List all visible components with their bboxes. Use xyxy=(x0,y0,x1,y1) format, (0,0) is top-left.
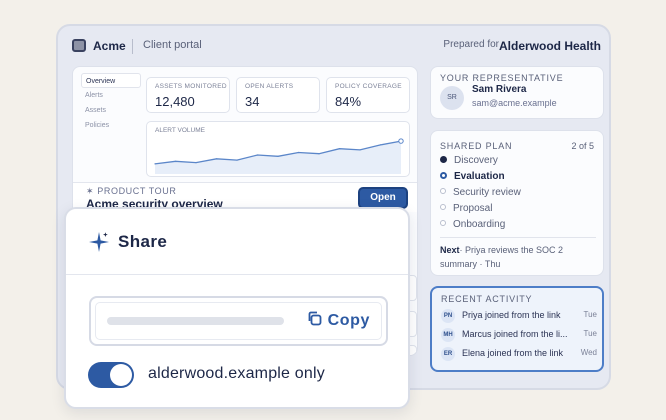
chart-point xyxy=(318,153,320,155)
step-label: Security review xyxy=(453,187,521,198)
activity-text: Priya joined from the link xyxy=(462,310,561,320)
next-label: Next xyxy=(440,245,460,255)
stat-label: OPEN ALERTS xyxy=(245,83,294,90)
sidenav-item-assets[interactable]: Assets xyxy=(81,103,141,118)
plan-step-onboarding: Onboarding xyxy=(440,218,505,232)
sidenav-item-policies[interactable]: Policies xyxy=(81,118,141,133)
header-divider xyxy=(132,39,133,54)
brand-name: Acme xyxy=(93,39,126,53)
step-todo-icon xyxy=(440,204,446,211)
sparkle-icon: ✶ xyxy=(86,186,95,196)
next-step-note: Next· Priya reviews the SOC 2 summary · … xyxy=(440,243,600,271)
plan-step-discovery: Discovery xyxy=(440,154,498,168)
step-done-icon xyxy=(440,155,447,163)
avatar: SR xyxy=(440,86,464,110)
chart-area xyxy=(155,141,401,174)
activity-text: Marcus joined from the li... xyxy=(462,329,568,339)
stat-value: 34 xyxy=(245,94,260,109)
sidenav-item-overview[interactable]: Overview xyxy=(81,73,141,88)
chart-point xyxy=(297,151,300,154)
avatar: PN xyxy=(441,309,455,323)
stat-assets-monitored: ASSETS MONITORED 12,480 xyxy=(146,77,230,113)
chart-point xyxy=(277,155,279,157)
stat-label: ASSETS MONITORED xyxy=(155,83,227,90)
alert-volume-plot xyxy=(154,138,404,174)
step-todo-icon xyxy=(440,188,446,195)
copy-link-button[interactable]: Copy xyxy=(307,309,370,333)
activity-time: Wed xyxy=(580,348,597,357)
step-label: Evaluation xyxy=(454,171,505,182)
chart-point xyxy=(215,158,218,160)
plan-progress: 2 of 5 xyxy=(571,141,594,151)
chart-point xyxy=(256,154,259,156)
plan-divider xyxy=(440,237,596,238)
step-todo-icon xyxy=(440,220,446,227)
step-current-icon xyxy=(440,171,447,179)
tour-kicker: ✶ PRODUCT TOUR xyxy=(86,186,176,197)
chart-point xyxy=(195,162,197,164)
stat-value: 12,480 xyxy=(155,94,195,109)
chart-point xyxy=(154,163,156,165)
top-bar: Acme Client portal Prepared for Alderwoo… xyxy=(58,26,609,66)
stat-value: 84% xyxy=(335,94,362,109)
chart-point xyxy=(398,138,404,144)
prepared-for-label: Prepared for xyxy=(443,39,499,50)
recent-activity-card[interactable]: RECENT ACTIVITY PN Priya joined from the… xyxy=(430,286,604,372)
stat-open-alerts: OPEN ALERTS 34 xyxy=(236,77,320,113)
stat-policy-coverage: POLICY COVERAGE 84% xyxy=(326,77,410,113)
representative-email[interactable]: sam@acme.example xyxy=(472,98,557,108)
activity-time: Tue xyxy=(583,329,598,338)
acme-logo-icon xyxy=(72,39,86,52)
domain-restriction-toggle[interactable] xyxy=(88,362,134,388)
representative-heading: YOUR REPRESENTATIVE xyxy=(440,73,564,83)
plan-step-security-review: Security review xyxy=(440,186,521,200)
step-label: Discovery xyxy=(454,155,498,166)
avatar: MH xyxy=(441,328,455,342)
stat-label: POLICY COVERAGE xyxy=(335,83,402,90)
activity-text: Elena joined from the link xyxy=(462,348,564,358)
share-header: Share xyxy=(66,209,408,275)
tour-kicker-label: PRODUCT TOUR xyxy=(97,186,177,196)
open-tour-button[interactable]: Open xyxy=(358,187,408,209)
activity-heading: RECENT ACTIVITY xyxy=(441,294,533,304)
representative-name: Sam Rivera xyxy=(472,84,527,95)
chart-point xyxy=(174,160,177,162)
plan-heading: SHARED PLAN xyxy=(440,141,513,151)
chart-point xyxy=(338,148,341,150)
shared-plan-card: SHARED PLAN 2 of 5 Discovery Evaluation … xyxy=(430,130,604,276)
plan-step-evaluation: Evaluation xyxy=(440,170,505,184)
share-link-field[interactable]: Copy xyxy=(89,296,388,346)
domain-restriction-label: alderwood.example only xyxy=(148,365,325,382)
sparkle-icon xyxy=(89,232,109,252)
client-name: Alderwood Health xyxy=(498,39,601,53)
share-link-placeholder xyxy=(107,317,284,325)
step-label: Proposal xyxy=(453,203,493,214)
step-label: Onboarding xyxy=(453,219,506,230)
plan-step-proposal: Proposal xyxy=(440,202,492,216)
copy-label: Copy xyxy=(327,312,370,329)
copy-icon xyxy=(308,311,321,326)
portal-label: Client portal xyxy=(143,39,202,51)
share-dialog: Share Copy alderwood.example only xyxy=(64,207,410,409)
activity-row[interactable]: ER Elena joined from the link Wed xyxy=(441,346,597,362)
chart-point xyxy=(359,149,361,151)
representative-card: YOUR REPRESENTATIVE SR Sam Rivera sam@ac… xyxy=(430,66,604,119)
avatar: ER xyxy=(441,347,455,361)
chart-point xyxy=(379,144,382,146)
alert-volume-chart: ALERT VOLUME xyxy=(146,121,410,177)
activity-row[interactable]: PN Priya joined from the link Tue xyxy=(441,308,597,324)
preview-sidenav: Overview Alerts Assets Policies xyxy=(81,73,141,133)
toggle-knob xyxy=(110,364,132,386)
share-title: Share xyxy=(118,232,168,251)
activity-row[interactable]: MH Marcus joined from the li... Tue xyxy=(441,327,597,343)
activity-time: Tue xyxy=(583,310,598,319)
chart-point xyxy=(236,159,238,161)
sidenav-item-alerts[interactable]: Alerts xyxy=(81,88,141,103)
